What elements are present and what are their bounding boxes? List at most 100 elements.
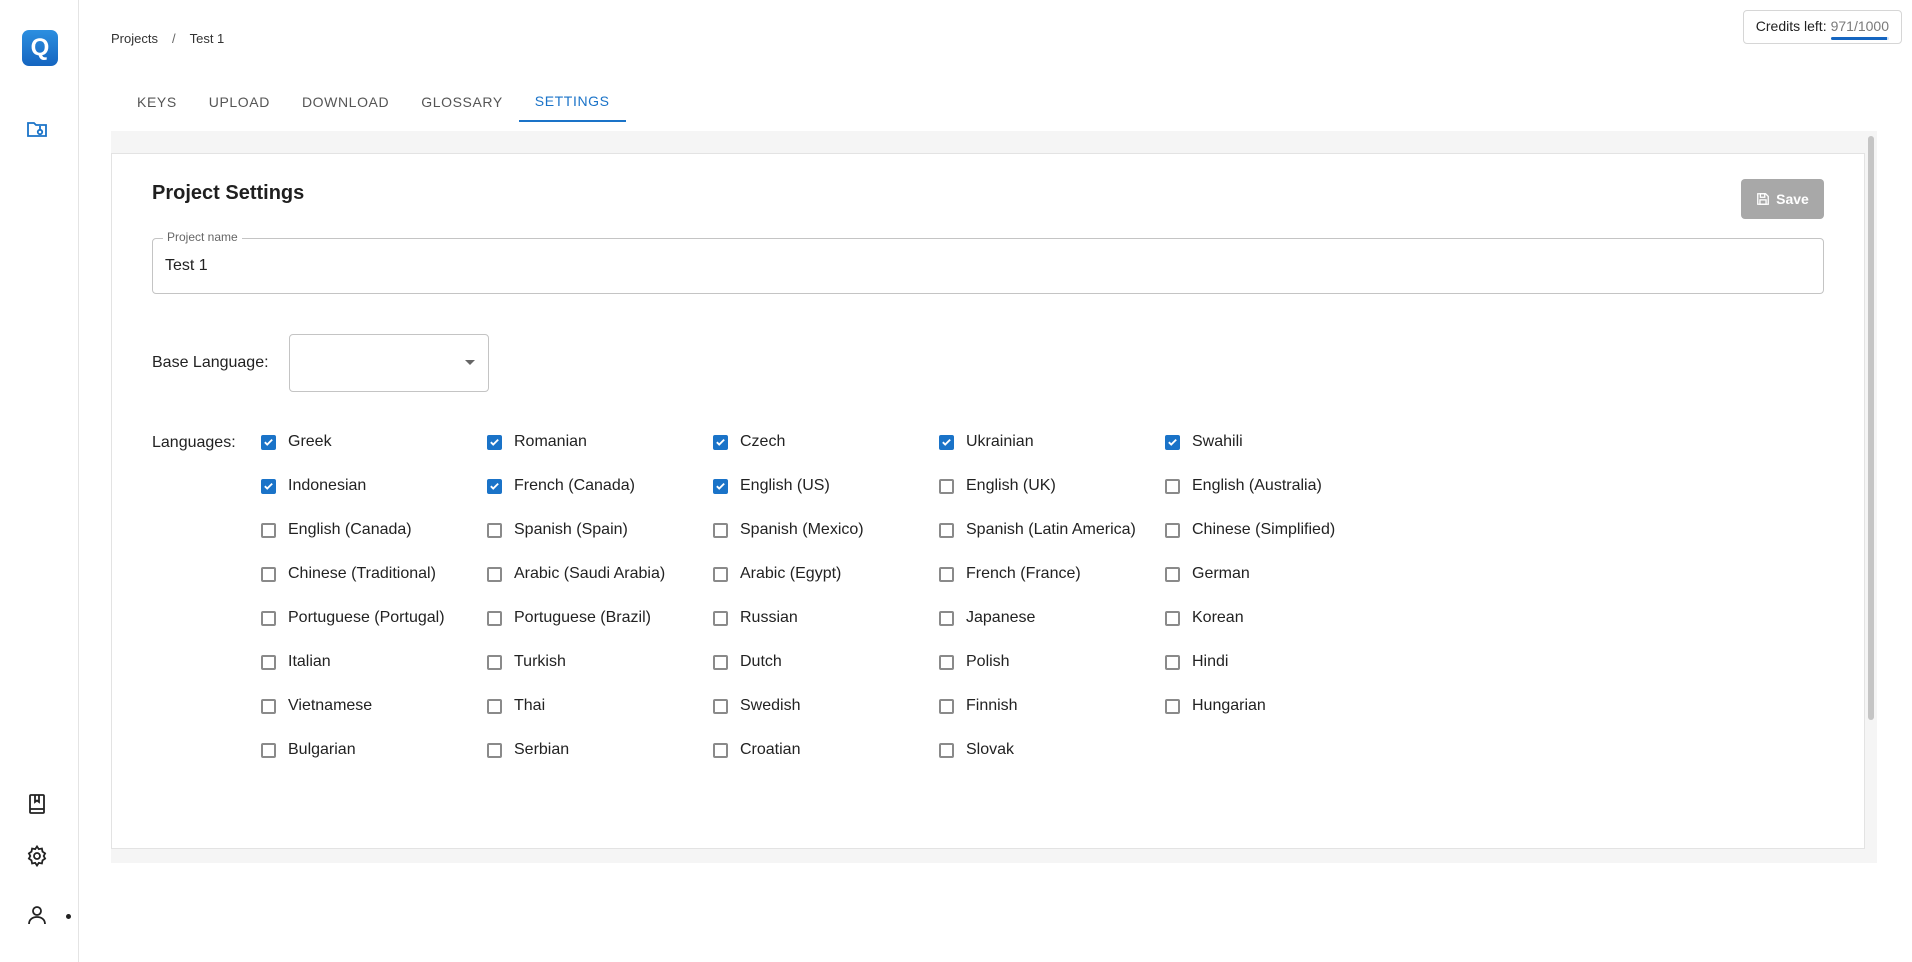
language-option[interactable]: Dutch: [713, 640, 939, 684]
language-checkbox[interactable]: [261, 434, 276, 450]
language-option[interactable]: Hungarian: [1165, 684, 1391, 728]
language-option[interactable]: Russian: [713, 596, 939, 640]
language-checkbox[interactable]: [487, 522, 502, 538]
language-checkbox[interactable]: [261, 742, 276, 758]
language-checkbox[interactable]: [713, 566, 728, 582]
language-option[interactable]: Bulgarian: [261, 728, 487, 772]
language-option[interactable]: Portuguese (Portugal): [261, 596, 487, 640]
language-label: English (UK): [966, 477, 1056, 494]
language-checkbox[interactable]: [713, 742, 728, 758]
language-option[interactable]: Korean: [1165, 596, 1391, 640]
language-option[interactable]: English (Australia): [1165, 464, 1391, 508]
language-option[interactable]: Finnish: [939, 684, 1165, 728]
user-icon[interactable]: [24, 902, 50, 928]
language-label: Japanese: [966, 609, 1036, 626]
language-option[interactable]: Slovak: [939, 728, 1165, 772]
language-checkbox[interactable]: [261, 522, 276, 538]
language-checkbox[interactable]: [939, 742, 954, 758]
language-checkbox[interactable]: [487, 566, 502, 582]
language-checkbox[interactable]: [939, 566, 954, 582]
language-checkbox[interactable]: [487, 698, 502, 714]
language-checkbox[interactable]: [1165, 698, 1180, 714]
language-checkbox[interactable]: [713, 698, 728, 714]
language-option[interactable]: Chinese (Traditional): [261, 552, 487, 596]
language-option[interactable]: Japanese: [939, 596, 1165, 640]
language-checkbox[interactable]: [487, 434, 502, 450]
language-checkbox[interactable]: [939, 434, 954, 450]
language-option[interactable]: Arabic (Saudi Arabia): [487, 552, 713, 596]
language-option[interactable]: Polish: [939, 640, 1165, 684]
language-option[interactable]: Spanish (Latin America): [939, 508, 1165, 552]
language-checkbox[interactable]: [261, 698, 276, 714]
language-option[interactable]: Swedish: [713, 684, 939, 728]
language-checkbox[interactable]: [713, 610, 728, 626]
language-checkbox[interactable]: [261, 566, 276, 582]
language-option[interactable]: French (Canada): [487, 464, 713, 508]
language-checkbox[interactable]: [261, 610, 276, 626]
language-option[interactable]: Chinese (Simplified): [1165, 508, 1391, 552]
language-option[interactable]: Hindi: [1165, 640, 1391, 684]
language-checkbox[interactable]: [939, 654, 954, 670]
credits-value-wrap: 971/1000: [1830, 18, 1889, 40]
language-checkbox[interactable]: [487, 654, 502, 670]
language-checkbox[interactable]: [713, 522, 728, 538]
tab-keys[interactable]: KEYS: [121, 82, 193, 122]
tab-upload[interactable]: UPLOAD: [193, 82, 286, 122]
language-option[interactable]: German: [1165, 552, 1391, 596]
language-checkbox[interactable]: [261, 478, 276, 494]
language-option[interactable]: Thai: [487, 684, 713, 728]
language-option[interactable]: French (France): [939, 552, 1165, 596]
tab-download[interactable]: DOWNLOAD: [286, 82, 405, 122]
language-checkbox[interactable]: [1165, 654, 1180, 670]
language-option[interactable]: Greek: [261, 420, 487, 464]
language-option[interactable]: English (Canada): [261, 508, 487, 552]
language-option[interactable]: Italian: [261, 640, 487, 684]
language-checkbox[interactable]: [713, 654, 728, 670]
language-option[interactable]: Czech: [713, 420, 939, 464]
language-checkbox[interactable]: [261, 654, 276, 670]
language-checkbox[interactable]: [1165, 522, 1180, 538]
language-option[interactable]: Vietnamese: [261, 684, 487, 728]
language-option[interactable]: Swahili: [1165, 420, 1391, 464]
gear-icon[interactable]: [24, 843, 50, 869]
language-checkbox[interactable]: [939, 698, 954, 714]
language-label: French (Canada): [514, 477, 635, 494]
base-language-select[interactable]: [289, 334, 489, 392]
language-checkbox[interactable]: [1165, 478, 1180, 494]
language-option[interactable]: Romanian: [487, 420, 713, 464]
book-icon[interactable]: [24, 791, 50, 817]
project-name-input[interactable]: [165, 239, 1805, 293]
tab-settings[interactable]: SETTINGS: [518, 82, 626, 122]
language-option[interactable]: Spanish (Mexico): [713, 508, 939, 552]
projects-folder-icon[interactable]: [24, 116, 50, 142]
language-checkbox[interactable]: [939, 522, 954, 538]
language-option[interactable]: Serbian: [487, 728, 713, 772]
language-option[interactable]: Arabic (Egypt): [713, 552, 939, 596]
language-option[interactable]: English (US): [713, 464, 939, 508]
tab-glossary[interactable]: GLOSSARY: [405, 82, 519, 122]
language-option[interactable]: Croatian: [713, 728, 939, 772]
language-checkbox[interactable]: [487, 610, 502, 626]
language-option[interactable]: Portuguese (Brazil): [487, 596, 713, 640]
language-checkbox[interactable]: [939, 478, 954, 494]
language-label: Arabic (Egypt): [740, 565, 842, 582]
app-logo[interactable]: Q: [22, 30, 58, 66]
language-option[interactable]: Ukrainian: [939, 420, 1165, 464]
language-checkbox[interactable]: [713, 434, 728, 450]
language-checkbox[interactable]: [939, 610, 954, 626]
language-option[interactable]: Indonesian: [261, 464, 487, 508]
language-checkbox[interactable]: [487, 742, 502, 758]
breadcrumb-projects-link[interactable]: Projects: [111, 31, 158, 46]
language-checkbox[interactable]: [1165, 434, 1180, 450]
language-option[interactable]: Turkish: [487, 640, 713, 684]
language-checkbox[interactable]: [713, 478, 728, 494]
scrollbar[interactable]: [1868, 136, 1874, 720]
language-option[interactable]: Spanish (Spain): [487, 508, 713, 552]
save-button[interactable]: Save: [1741, 179, 1824, 219]
language-option[interactable]: English (UK): [939, 464, 1165, 508]
language-checkbox[interactable]: [487, 478, 502, 494]
language-label: Swahili: [1192, 433, 1243, 450]
language-checkbox[interactable]: [1165, 610, 1180, 626]
language-label: Hindi: [1192, 653, 1229, 670]
language-checkbox[interactable]: [1165, 566, 1180, 582]
